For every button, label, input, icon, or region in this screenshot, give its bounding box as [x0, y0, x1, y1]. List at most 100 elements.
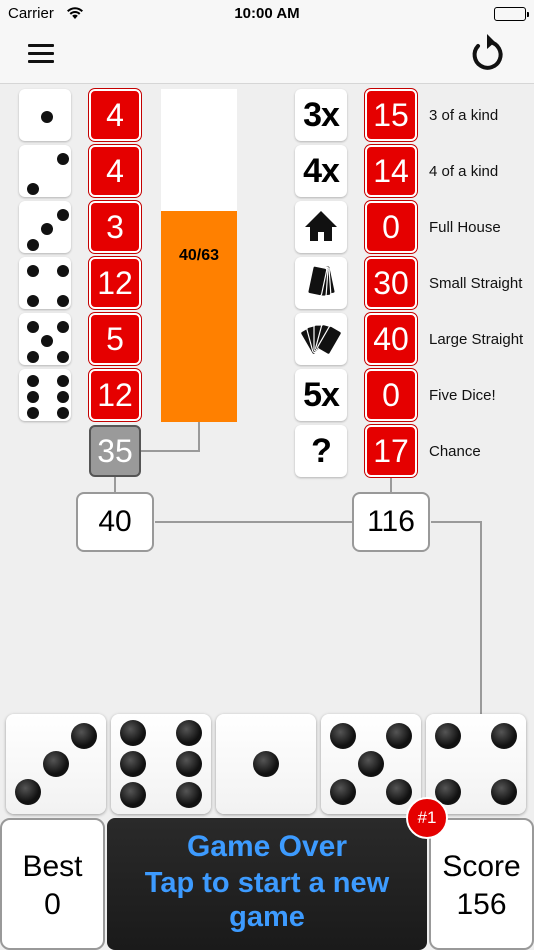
lower-category-label: Full House	[429, 219, 501, 236]
die-pip	[120, 751, 146, 777]
connector-line	[390, 477, 392, 493]
die-pip	[27, 183, 39, 195]
rank-badge: #1	[406, 797, 448, 839]
lower-category-symbol-text: 3x	[303, 96, 340, 134]
rolled-die-2[interactable]	[111, 714, 211, 814]
status-bar: Carrier 10:00 AM	[0, 0, 534, 28]
upper-bonus-progress-fill	[161, 210, 237, 422]
lower-score[interactable]: 0	[365, 369, 417, 421]
die-pip	[57, 321, 69, 333]
lower-category-symbol: ?	[295, 425, 347, 477]
game-over-title: Game Over	[186, 830, 348, 863]
upper-bonus-score: 35	[89, 425, 141, 477]
clock: 10:00 AM	[234, 5, 300, 22]
lower-category-label: Small Straight	[429, 275, 523, 292]
upper-score-2[interactable]: 4	[89, 145, 141, 197]
die-pip	[435, 723, 461, 749]
die-pip	[120, 782, 146, 808]
die-pip	[57, 351, 69, 363]
die-pip	[176, 782, 202, 808]
die-pip	[27, 391, 39, 403]
die-pip	[253, 751, 279, 777]
upper-category-3-card	[19, 201, 71, 253]
die-pip	[41, 111, 53, 123]
house-icon	[295, 201, 347, 253]
score-value: 156	[456, 888, 507, 921]
die-pip	[57, 265, 69, 277]
best-title: Best	[22, 850, 83, 883]
best-value: 0	[44, 888, 61, 921]
upper-score-6[interactable]: 12	[89, 369, 141, 421]
connector-line	[114, 477, 116, 493]
die-pip	[15, 779, 41, 805]
upper-bonus-progress-text: 40/63	[178, 247, 220, 264]
die-pip	[57, 209, 69, 221]
lower-category-label: Chance	[429, 443, 481, 460]
new-game-button[interactable]: Game Over Tap to start a new game	[107, 818, 427, 950]
die-pip	[491, 779, 517, 805]
lower-category-label: Large Straight	[429, 331, 524, 348]
upper-category-4-card	[19, 257, 71, 309]
die-pip	[57, 391, 69, 403]
total-score-box: Score 156	[429, 818, 534, 950]
die-pip	[57, 407, 69, 419]
upper-category-6-card	[19, 369, 71, 421]
upper-score-3[interactable]: 3	[89, 201, 141, 253]
connector-line	[431, 521, 482, 523]
lower-category-symbol-text: 5x	[303, 376, 340, 414]
die-pip	[57, 375, 69, 387]
lower-category-symbol: 4x	[295, 145, 347, 197]
die-pip	[57, 153, 69, 165]
lower-score[interactable]: 14	[365, 145, 417, 197]
rolled-die-3[interactable]	[216, 714, 316, 814]
die-pip	[27, 295, 39, 307]
die-pip	[386, 779, 412, 805]
lower-score[interactable]: 0	[365, 201, 417, 253]
upper-category-1-card	[19, 89, 71, 141]
lower-category-symbol: 5x	[295, 369, 347, 421]
new-game-label: Tap to start a new game	[144, 867, 390, 933]
lower-total: 116	[352, 492, 430, 552]
four-cards-icon	[295, 257, 347, 309]
die-pip	[120, 720, 146, 746]
connector-line	[155, 521, 353, 523]
lower-category-symbol-text: ?	[311, 432, 332, 470]
rolled-die-5[interactable]	[426, 714, 526, 814]
lower-score[interactable]: 40	[365, 313, 417, 365]
hamburger-menu-icon[interactable]	[28, 44, 54, 64]
battery-icon	[494, 7, 529, 21]
lower-category-label: 4 of a kind	[429, 163, 499, 180]
lower-score[interactable]: 15	[365, 89, 417, 141]
lower-score[interactable]: 30	[365, 257, 417, 309]
upper-score-5[interactable]: 5	[89, 313, 141, 365]
die-pip	[27, 351, 39, 363]
upper-score-4[interactable]: 12	[89, 257, 141, 309]
upper-total: 40	[76, 492, 154, 552]
navigation-bar	[0, 28, 534, 84]
upper-score-1[interactable]: 4	[89, 89, 141, 141]
die-pip	[57, 295, 69, 307]
connector-line	[480, 521, 482, 715]
rolled-die-1[interactable]	[6, 714, 106, 814]
five-cards-icon	[295, 313, 347, 365]
die-pip	[27, 265, 39, 277]
undo-icon[interactable]	[465, 32, 505, 76]
die-pip	[27, 375, 39, 387]
die-pip	[358, 751, 384, 777]
lower-category-label: 3 of a kind	[429, 107, 499, 124]
lower-category-label: Five Dice!	[429, 387, 496, 404]
die-pip	[41, 335, 53, 347]
lower-score[interactable]: 17	[365, 425, 417, 477]
die-pip	[491, 723, 517, 749]
lower-category-symbol-text: 4x	[303, 152, 340, 190]
die-pip	[330, 779, 356, 805]
best-score-box: Best 0	[0, 818, 105, 950]
upper-category-2-card	[19, 145, 71, 197]
score-title: Score	[442, 850, 521, 883]
die-pip	[71, 723, 97, 749]
die-pip	[386, 723, 412, 749]
upper-category-5-card	[19, 313, 71, 365]
die-pip	[176, 720, 202, 746]
die-pip	[27, 321, 39, 333]
rolled-die-4[interactable]	[321, 714, 421, 814]
